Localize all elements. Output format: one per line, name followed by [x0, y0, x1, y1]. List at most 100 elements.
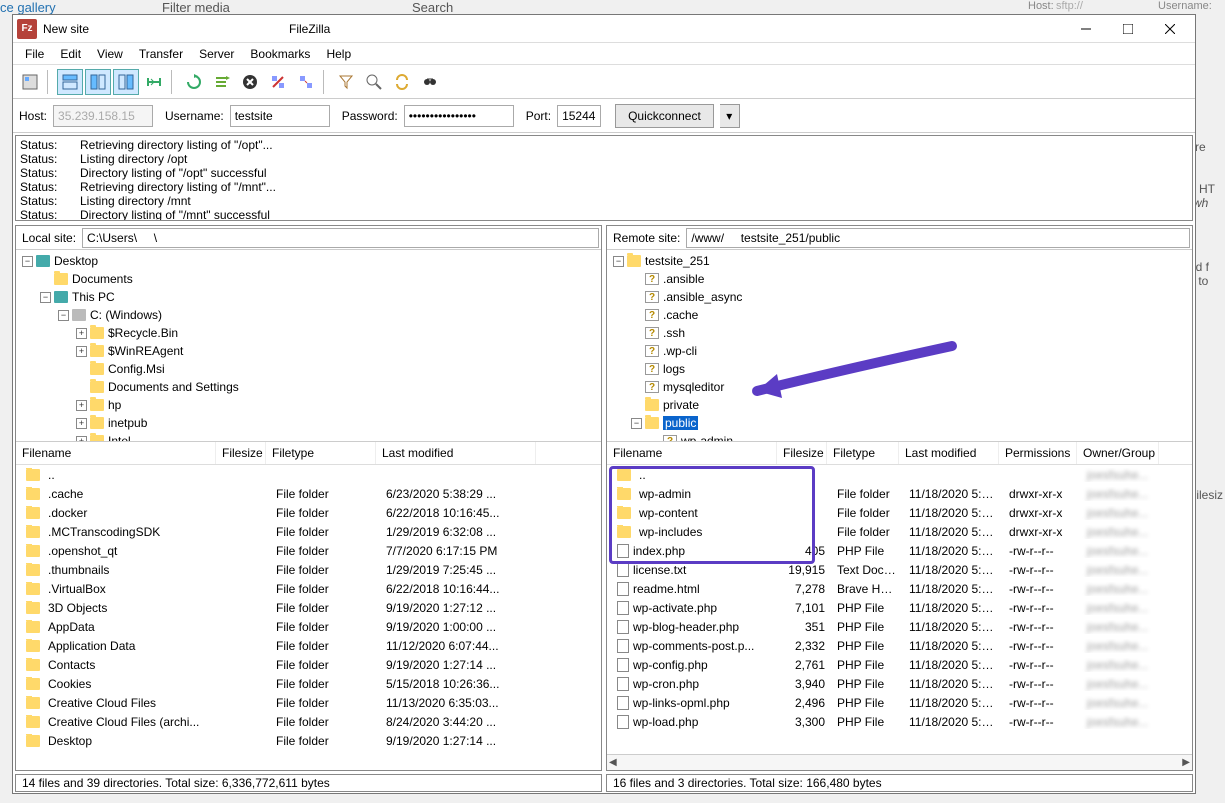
- list-item[interactable]: index.php405PHP File11/18/2020 5:4...-rw…: [607, 541, 1192, 560]
- tree-item[interactable]: ?logs: [609, 360, 1190, 378]
- toggle-logpane-icon[interactable]: [57, 69, 83, 95]
- menu-bookmarks[interactable]: Bookmarks: [242, 45, 318, 63]
- menu-transfer[interactable]: Transfer: [131, 45, 191, 63]
- tree-item[interactable]: −public: [609, 414, 1190, 432]
- list-item[interactable]: 3D ObjectsFile folder9/19/2020 1:27:12 .…: [16, 598, 601, 617]
- remote-filelist[interactable]: FilenameFilesizeFiletypeLast modifiedPer…: [607, 442, 1192, 770]
- cancel-icon[interactable]: [237, 69, 263, 95]
- list-item[interactable]: .VirtualBoxFile folder6/22/2018 10:16:44…: [16, 579, 601, 598]
- remote-tree[interactable]: −testsite_251?.ansible?.ansible_async?.c…: [607, 250, 1192, 442]
- list-item[interactable]: AppDataFile folder9/19/2020 1:00:00 ...: [16, 617, 601, 636]
- list-item[interactable]: ..joesfsuhe...: [607, 465, 1192, 484]
- remote-h-scroll[interactable]: ◀▶: [607, 754, 1192, 770]
- sync-browse-icon[interactable]: [389, 69, 415, 95]
- remote-pathbar: Remote site:: [607, 226, 1192, 250]
- port-input[interactable]: [557, 105, 601, 127]
- tree-item[interactable]: +$Recycle.Bin: [18, 324, 599, 342]
- host-input[interactable]: [53, 105, 153, 127]
- list-item[interactable]: wp-contentFile folder11/18/2020 5:4...dr…: [607, 503, 1192, 522]
- local-filelist[interactable]: FilenameFilesizeFiletypeLast modified ..…: [16, 442, 601, 770]
- maximize-button[interactable]: [1107, 16, 1149, 42]
- tree-item[interactable]: −Desktop: [18, 252, 599, 270]
- list-item[interactable]: wp-activate.php7,101PHP File11/18/2020 5…: [607, 598, 1192, 617]
- tree-item[interactable]: ?.wp-cli: [609, 342, 1190, 360]
- toggle-remotetree-icon[interactable]: [113, 69, 139, 95]
- tree-item[interactable]: private: [609, 396, 1190, 414]
- list-item[interactable]: wp-config.php2,761PHP File11/18/2020 5:4…: [607, 655, 1192, 674]
- quickconnect-dropdown[interactable]: ▾: [720, 104, 740, 128]
- list-item[interactable]: wp-comments-post.p...2,332PHP File11/18/…: [607, 636, 1192, 655]
- list-item[interactable]: license.txt19,915Text Docu...11/18/2020 …: [607, 560, 1192, 579]
- compare-icon[interactable]: [361, 69, 387, 95]
- list-item[interactable]: Creative Cloud FilesFile folder11/13/202…: [16, 693, 601, 712]
- filezilla-window: Fz New site FileZilla FileEditViewTransf…: [12, 14, 1196, 794]
- tree-item[interactable]: ?mysqleditor: [609, 378, 1190, 396]
- menu-edit[interactable]: Edit: [52, 45, 89, 63]
- list-item[interactable]: wp-cron.php3,940PHP File11/18/2020 5:4..…: [607, 674, 1192, 693]
- list-item[interactable]: wp-links-opml.php2,496PHP File11/18/2020…: [607, 693, 1192, 712]
- list-item[interactable]: DesktopFile folder9/19/2020 1:27:14 ...: [16, 731, 601, 750]
- tree-item[interactable]: −This PC: [18, 288, 599, 306]
- username-input[interactable]: [230, 105, 330, 127]
- close-button[interactable]: [1149, 16, 1191, 42]
- list-item[interactable]: Application DataFile folder11/12/2020 6:…: [16, 636, 601, 655]
- tree-item[interactable]: −testsite_251: [609, 252, 1190, 270]
- tree-item[interactable]: ?.ansible: [609, 270, 1190, 288]
- list-item[interactable]: ..: [16, 465, 601, 484]
- menu-file[interactable]: File: [17, 45, 52, 63]
- filter-icon[interactable]: [333, 69, 359, 95]
- tree-item[interactable]: ?.ssh: [609, 324, 1190, 342]
- quickconnect-button[interactable]: Quickconnect: [615, 104, 714, 128]
- log-pane[interactable]: Status:Retrieving directory listing of "…: [15, 135, 1193, 221]
- password-input[interactable]: [404, 105, 514, 127]
- disconnect-icon[interactable]: [265, 69, 291, 95]
- tree-item[interactable]: Documents: [18, 270, 599, 288]
- tree-item[interactable]: Config.Msi: [18, 360, 599, 378]
- local-site-input[interactable]: [82, 228, 599, 248]
- list-item[interactable]: .MCTranscodingSDKFile folder1/29/2019 6:…: [16, 522, 601, 541]
- tree-item[interactable]: ?wp-admin: [609, 432, 1190, 442]
- list-item[interactable]: wp-includesFile folder11/18/2020 5:4...d…: [607, 522, 1192, 541]
- sitemanager-icon[interactable]: [17, 69, 43, 95]
- toggle-localtree-icon[interactable]: [85, 69, 111, 95]
- tree-item[interactable]: +inetpub: [18, 414, 599, 432]
- minimize-button[interactable]: [1065, 16, 1107, 42]
- toggle-queue-icon[interactable]: [141, 69, 167, 95]
- list-item[interactable]: wp-blog-header.php351PHP File11/18/2020 …: [607, 617, 1192, 636]
- local-tree[interactable]: −DesktopDocuments−This PC−C: (Windows)+$…: [16, 250, 601, 442]
- local-pane: Local site: −DesktopDocuments−This PC−C:…: [15, 225, 602, 771]
- list-item[interactable]: .dockerFile folder6/22/2018 10:16:45...: [16, 503, 601, 522]
- menu-help[interactable]: Help: [318, 45, 359, 63]
- remote-site-label: Remote site:: [607, 231, 686, 245]
- toolbar: [13, 65, 1195, 99]
- remote-columns[interactable]: FilenameFilesizeFiletypeLast modifiedPer…: [607, 442, 1192, 465]
- list-item[interactable]: Creative Cloud Files (archi...File folde…: [16, 712, 601, 731]
- list-item[interactable]: .cacheFile folder6/23/2020 5:38:29 ...: [16, 484, 601, 503]
- tree-item[interactable]: +hp: [18, 396, 599, 414]
- tree-item[interactable]: −C: (Windows): [18, 306, 599, 324]
- list-item[interactable]: readme.html7,278Brave HTM...11/18/2020 5…: [607, 579, 1192, 598]
- connect-bar: Host: Username: Password: Port: Quickcon…: [13, 99, 1195, 133]
- list-item[interactable]: wp-load.php3,300PHP File11/18/2020 5:4..…: [607, 712, 1192, 731]
- username-label: Username:: [165, 109, 224, 123]
- process-queue-icon[interactable]: [209, 69, 235, 95]
- refresh-icon[interactable]: [181, 69, 207, 95]
- tree-item[interactable]: Documents and Settings: [18, 378, 599, 396]
- titlebar[interactable]: Fz New site FileZilla: [13, 15, 1195, 43]
- host-label: Host:: [19, 109, 47, 123]
- list-item[interactable]: ContactsFile folder9/19/2020 1:27:14 ...: [16, 655, 601, 674]
- tree-item[interactable]: +Intel: [18, 432, 599, 442]
- search-remote-icon[interactable]: [417, 69, 443, 95]
- menu-view[interactable]: View: [89, 45, 131, 63]
- tree-item[interactable]: ?.ansible_async: [609, 288, 1190, 306]
- tree-item[interactable]: +$WinREAgent: [18, 342, 599, 360]
- remote-site-input[interactable]: [686, 228, 1190, 248]
- list-item[interactable]: .openshot_qtFile folder7/7/2020 6:17:15 …: [16, 541, 601, 560]
- reconnect-icon[interactable]: [293, 69, 319, 95]
- list-item[interactable]: CookiesFile folder5/15/2018 10:26:36...: [16, 674, 601, 693]
- menu-server[interactable]: Server: [191, 45, 242, 63]
- list-item[interactable]: .thumbnailsFile folder1/29/2019 7:25:45 …: [16, 560, 601, 579]
- local-columns[interactable]: FilenameFilesizeFiletypeLast modified: [16, 442, 601, 465]
- tree-item[interactable]: ?.cache: [609, 306, 1190, 324]
- list-item[interactable]: wp-adminFile folder11/18/2020 5:4...drwx…: [607, 484, 1192, 503]
